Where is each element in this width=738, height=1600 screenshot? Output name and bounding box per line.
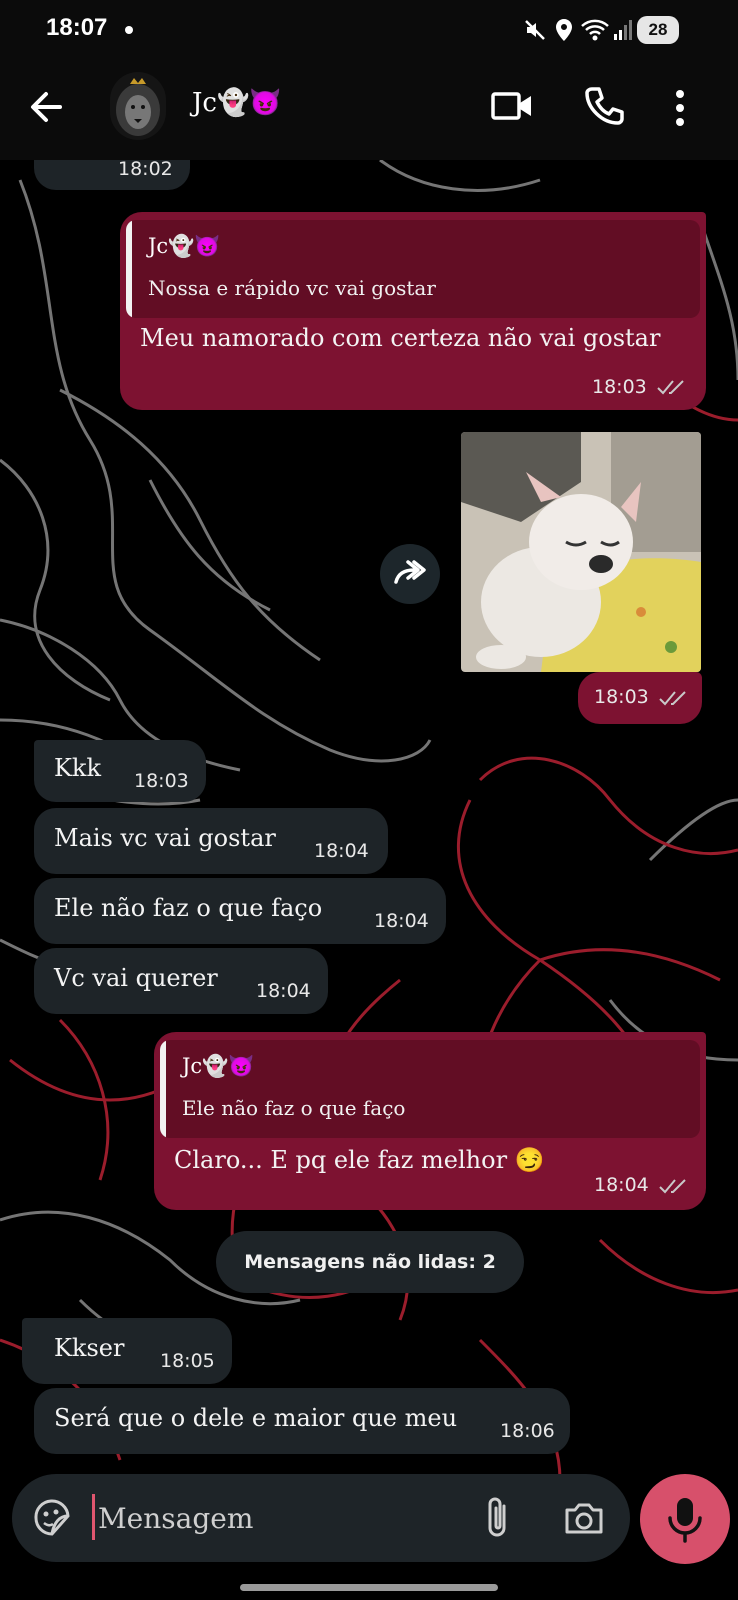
- message-input[interactable]: [98, 1488, 448, 1548]
- read-receipt-icon: [659, 1179, 686, 1194]
- quote-text: Nossa e rápido vc vai gostar: [148, 276, 436, 300]
- message-text: Meu namorado com certeza não vai gostar: [140, 324, 661, 352]
- message-time: 18:04: [256, 980, 311, 1002]
- battery-indicator: 28: [637, 16, 679, 44]
- message-text: Kkser: [54, 1334, 125, 1362]
- forward-icon: [394, 560, 426, 584]
- message-bubble-outgoing[interactable]: Jc👻😈 Nossa e rápido vc vai gostar Meu na…: [120, 212, 706, 410]
- message-bubble-incoming[interactable]: Ele não faz o que faço 18:04: [34, 878, 446, 944]
- header-controls: Jc👻😈: [0, 58, 738, 160]
- quote-author: Jc👻😈: [148, 234, 221, 258]
- message-time: 18:02: [118, 158, 173, 180]
- quoted-reply[interactable]: Jc👻😈 Ele não faz o que faço: [160, 1040, 700, 1138]
- lion-avatar-icon: [110, 72, 166, 140]
- message-time: 18:04: [374, 910, 429, 932]
- back-arrow-icon[interactable]: [24, 84, 70, 130]
- read-receipt-icon: [657, 380, 684, 395]
- attach-icon[interactable]: [478, 1494, 518, 1542]
- location-icon: [556, 19, 572, 41]
- microphone-icon: [668, 1498, 702, 1543]
- camera-icon[interactable]: [562, 1496, 606, 1540]
- gesture-navigation-bar[interactable]: [240, 1584, 498, 1591]
- message-bubble-outgoing[interactable]: Jc👻😈 Ele não faz o que faço Claro... E p…: [154, 1032, 706, 1210]
- dog-photo: [461, 432, 701, 672]
- signal-icon: [614, 20, 632, 40]
- unread-messages-divider: Mensagens não lidas: 2: [216, 1231, 524, 1293]
- message-time: 18:03: [134, 770, 189, 792]
- quote-author: Jc👻😈: [182, 1054, 255, 1078]
- image-message[interactable]: [461, 432, 701, 672]
- message-time: 18:03: [592, 376, 647, 398]
- message-text: Kkk: [54, 754, 102, 782]
- message-time: 18:06: [500, 1420, 555, 1442]
- message-bubble-incoming[interactable]: Kkk 18:03: [34, 740, 206, 802]
- status-bar: 18:07 28: [0, 0, 738, 58]
- forward-button[interactable]: [380, 544, 440, 604]
- message-time: 18:03: [594, 686, 649, 708]
- notification-dot-icon: [125, 26, 133, 34]
- mute-icon: [525, 20, 545, 40]
- message-text: Claro... E pq ele faz melhor 😏: [174, 1146, 545, 1174]
- message-text: Será que o dele e maior que meu: [54, 1404, 458, 1432]
- message-bubble-incoming[interactable]: Mais vc vai gostar 18:04: [34, 808, 388, 874]
- video-call-icon[interactable]: [490, 86, 534, 126]
- status-time: 18:07: [46, 14, 108, 41]
- sticker-icon[interactable]: [30, 1496, 74, 1540]
- message-time: 18:04: [594, 1174, 649, 1196]
- read-receipt-icon: [659, 691, 686, 706]
- message-composer: [12, 1474, 630, 1562]
- quoted-reply[interactable]: Jc👻😈 Nossa e rápido vc vai gostar: [126, 220, 700, 318]
- contact-name[interactable]: Jc👻😈: [192, 88, 282, 118]
- image-timestamp-badge: 18:03: [578, 672, 702, 724]
- quote-accent-bar: [126, 220, 132, 318]
- message-bubble-incoming[interactable]: Kkser 18:05: [22, 1318, 232, 1384]
- more-options-icon[interactable]: [666, 86, 694, 130]
- wifi-icon: [581, 19, 609, 41]
- avatar[interactable]: [110, 72, 166, 140]
- voice-message-button[interactable]: [640, 1474, 730, 1564]
- quote-accent-bar: [160, 1040, 166, 1138]
- message-text: Mais vc vai gostar: [54, 824, 276, 852]
- message-text: Vc vai querer: [54, 964, 218, 992]
- message-bubble-incoming[interactable]: Vc vai querer 18:04: [34, 948, 328, 1014]
- message-bubble-incoming[interactable]: Será que o dele e maior que meu 18:06: [34, 1388, 570, 1454]
- message-time: 18:05: [160, 1350, 215, 1372]
- message-time: 18:04: [314, 840, 369, 862]
- message-text: Ele não faz o que faço: [54, 894, 323, 922]
- phone-call-icon[interactable]: [582, 84, 626, 128]
- quote-text: Ele não faz o que faço: [182, 1096, 406, 1120]
- text-cursor: [92, 1494, 95, 1540]
